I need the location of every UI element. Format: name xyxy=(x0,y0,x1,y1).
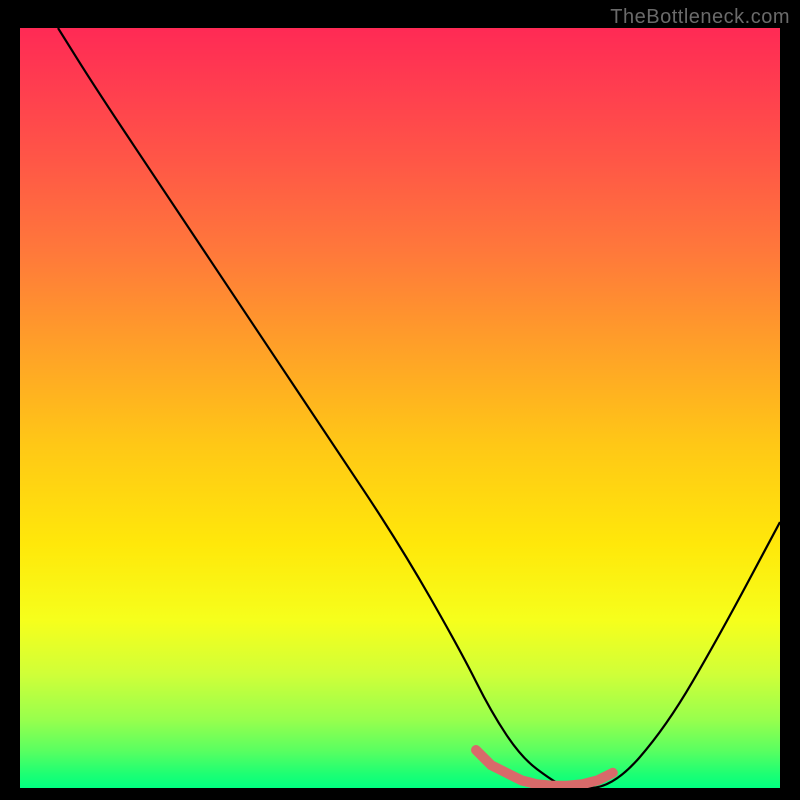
optimal-range-marker-path xyxy=(476,750,613,786)
watermark-text: TheBottleneck.com xyxy=(610,6,790,29)
chart-curve-svg xyxy=(20,28,780,788)
bottleneck-curve-path xyxy=(58,28,780,788)
chart-plot-area xyxy=(20,28,780,788)
